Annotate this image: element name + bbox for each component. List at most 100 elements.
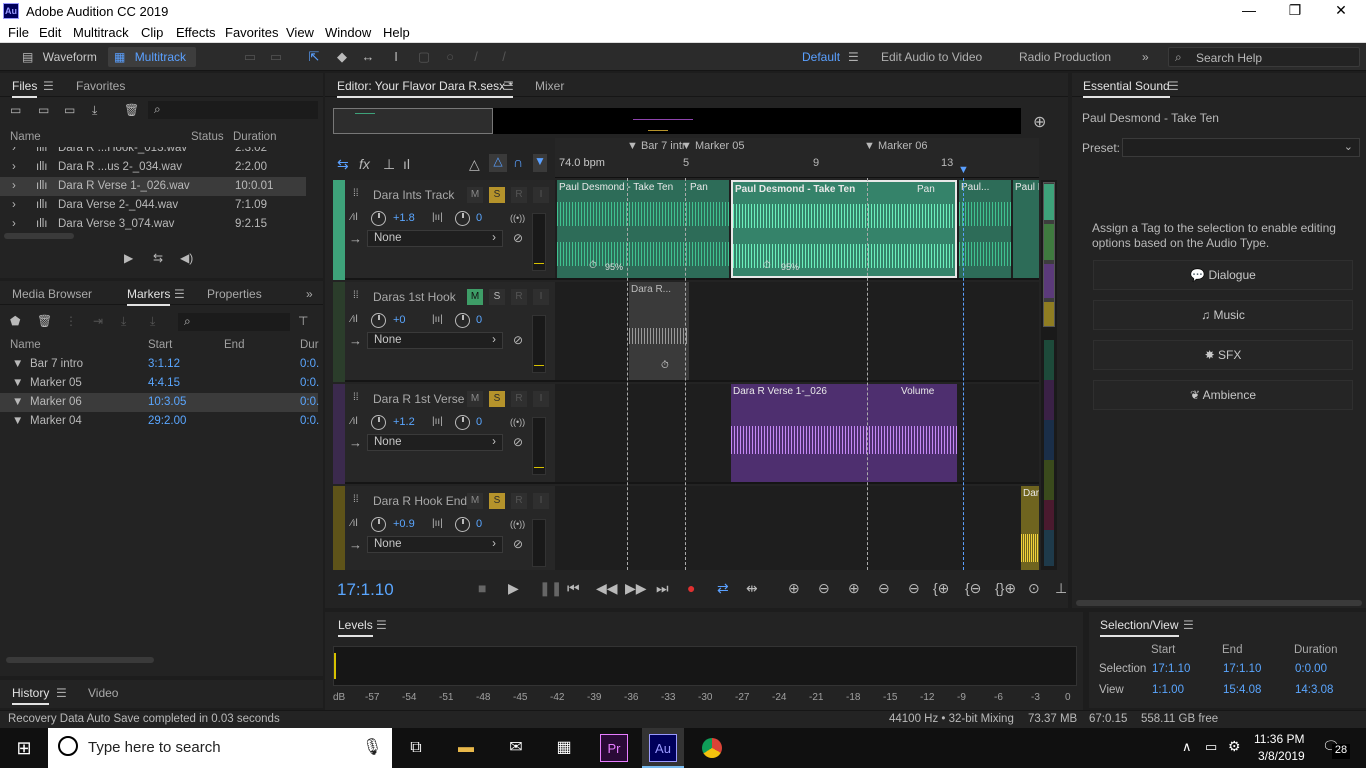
audition-taskbar-icon[interactable]: Au — [649, 734, 677, 762]
arm-record-button[interactable]: R — [511, 391, 527, 407]
levels-menu-icon[interactable]: ☰ — [376, 618, 387, 632]
tab-markers[interactable]: Markers — [127, 287, 171, 306]
razor-tool-icon[interactable]: ◆ — [334, 49, 350, 65]
maximize-button[interactable]: ❐ — [1272, 2, 1318, 22]
marker-bar7[interactable]: ▼ Bar 7 intr — [627, 140, 686, 152]
list-item[interactable]: › ıllı Dara Verse 2-_044.wav 7:1.09 — [0, 196, 306, 215]
clock-date[interactable]: 3/8/2019 — [1258, 749, 1305, 763]
clip-speed-icon[interactable]: ⏱ — [661, 360, 669, 371]
volume-knob[interactable] — [371, 313, 386, 328]
input-select[interactable]: None › — [367, 230, 503, 247]
menu-window[interactable]: Window — [325, 25, 371, 40]
delete-icon[interactable]: 🗑 — [124, 103, 139, 117]
mail-icon[interactable]: ✉ — [502, 734, 530, 762]
audio-clip[interactable]: Dara R... ⏱ — [629, 282, 689, 380]
add-marker-icon[interactable]: ⬟ — [10, 314, 20, 328]
list-item[interactable]: › ıllı Dara R Verse 1-_026.wav 10:0.01 — [0, 177, 306, 196]
volume-knob[interactable] — [371, 415, 386, 430]
track-header-3[interactable]: ⁞⁞ Dara R 1st Verse M S R I ⁄ıl +1.2 |ıı… — [345, 384, 555, 484]
sv-selection-start[interactable]: 17:1.10 — [1152, 663, 1190, 675]
stereo-icon[interactable]: ((•)) — [510, 519, 525, 529]
menu-clip[interactable]: Clip — [141, 25, 163, 40]
more-workspaces-icon[interactable]: » — [1142, 50, 1149, 64]
lasso-tool-icon[interactable]: ○ — [442, 49, 458, 65]
menu-file[interactable]: File — [8, 25, 29, 40]
markers-col-dur[interactable]: Dur — [300, 339, 319, 351]
zoom-in-point-icon[interactable]: {⊕ — [933, 580, 949, 597]
tab-video[interactable]: Video — [88, 686, 118, 700]
open-file-icon[interactable]: ▭ — [10, 103, 21, 117]
audio-clip[interactable]: Dar — [1021, 486, 1039, 570]
clip-speed-icon[interactable]: ⏱ — [589, 260, 597, 271]
play-preview-icon[interactable]: ▶ — [124, 251, 133, 265]
time-selection-tool-icon[interactable]: I — [388, 49, 404, 65]
navigator-viewport[interactable] — [333, 108, 493, 134]
markers-col-start[interactable]: Start — [148, 339, 172, 351]
multitrack-view-button[interactable]: ▦ Multitrack — [108, 47, 196, 67]
volume-knob[interactable] — [371, 211, 386, 226]
marker-row[interactable]: ▼ Marker 05 4:4.15 0:0. — [0, 374, 319, 393]
microphone-icon[interactable]: 🎙 — [362, 737, 382, 757]
task-view-icon[interactable]: ⧉ — [402, 734, 430, 762]
sv-view-end[interactable]: 15:4.08 — [1223, 684, 1261, 696]
zoom-navigator[interactable] — [333, 108, 1021, 134]
list-item[interactable]: › ıllı Dara R ...Hook-_013.wav 2:3.02 — [0, 147, 306, 158]
zoom-selection-icon[interactable]: {}⊕ — [995, 580, 1016, 597]
phase-invert-icon[interactable]: ⊘ — [513, 333, 523, 347]
tab-favorites[interactable]: Favorites — [76, 79, 125, 93]
dialogue-button[interactable]: 💬 Dialogue — [1093, 260, 1353, 290]
taskbar-search-box[interactable]: Type here to search 🎙 — [48, 728, 392, 768]
delete-marker-icon[interactable]: 🗑 — [37, 314, 52, 328]
mute-button[interactable]: M — [467, 391, 483, 407]
marker-row[interactable]: ▼ Bar 7 intro 3:1.12 0:0. — [0, 355, 319, 374]
history-menu-icon[interactable]: ☰ — [56, 686, 67, 700]
drag-handle-icon[interactable]: ⁞⁞ — [353, 494, 359, 505]
premiere-icon[interactable]: Pr — [600, 734, 628, 762]
skip-selection-icon[interactable]: ⇹ — [746, 580, 758, 597]
sv-view-duration[interactable]: 14:3.08 — [1295, 684, 1333, 696]
files-menu-icon[interactable]: ☰ — [43, 79, 54, 93]
solo-button[interactable]: S — [489, 391, 505, 407]
new-file-icon[interactable]: ▭ — [64, 103, 75, 117]
pan-knob[interactable] — [455, 211, 470, 226]
stop-icon[interactable]: ■ — [478, 580, 486, 596]
preset-select[interactable]: ⌄ — [1122, 138, 1360, 157]
zoom-to-fit-icon[interactable]: ⊕ — [1033, 112, 1046, 132]
marker-dur[interactable]: 0:0. — [300, 412, 319, 431]
menu-multitrack[interactable]: Multitrack — [73, 25, 129, 40]
track-name[interactable]: Dara R Hook End — [373, 494, 467, 508]
battery-icon[interactable]: ▭ — [1205, 739, 1217, 755]
zoom-in-amplitude-icon[interactable]: ⊕ — [788, 580, 800, 597]
markers-menu-icon[interactable]: ☰ — [174, 287, 185, 301]
markers-scrollbar[interactable] — [6, 657, 154, 663]
tab-editor[interactable]: Editor: Your Flavor Dara R.sesx * — [337, 79, 514, 98]
insert-icon[interactable]: ⤓ — [92, 103, 97, 118]
marker-dur[interactable]: 0:0. — [300, 374, 319, 393]
markers-col-name[interactable]: Name — [10, 339, 41, 351]
list-item[interactable]: › ıllı Dara Verse 3_074.wav 9:2.15 — [0, 215, 306, 234]
menu-edit[interactable]: Edit — [39, 25, 61, 40]
snap-icon[interactable]: △ — [489, 154, 507, 172]
drag-handle-icon[interactable]: ⁞⁞ — [353, 188, 359, 199]
pan-value[interactable]: 0 — [476, 518, 482, 530]
drag-handle-icon[interactable]: ⁞⁞ — [353, 392, 359, 403]
merge-markers-icon[interactable]: ⋮ — [65, 314, 77, 328]
windows-start-icon[interactable]: ⊞ — [10, 734, 38, 762]
files-col-name[interactable]: Name — [10, 131, 41, 143]
zoom-in-time-icon[interactable]: ⊕ — [848, 580, 860, 597]
tab-history[interactable]: History — [12, 686, 50, 705]
playhead-icon[interactable]: ▼ — [958, 164, 969, 176]
solo-button[interactable]: S — [489, 493, 505, 509]
sv-selection-end[interactable]: 17:1.10 — [1223, 663, 1261, 675]
audio-clip[interactable]: Dara R Verse 1-_026 Volume — [731, 384, 957, 482]
arm-record-button[interactable]: R — [511, 187, 527, 203]
menu-effects[interactable]: Effects — [176, 25, 216, 40]
volume-value[interactable]: +1.2 — [393, 416, 415, 428]
zoom-out-time-icon[interactable]: ⊖ — [878, 580, 890, 597]
input-select[interactable]: None › — [367, 434, 503, 451]
batch-icon[interactable]: ⤓ — [150, 314, 155, 329]
tab-essential-sound[interactable]: Essential Sound — [1083, 79, 1170, 98]
solo-button[interactable]: S — [489, 289, 505, 305]
volume-value[interactable]: +1.8 — [393, 212, 415, 224]
arm-record-button[interactable]: R — [511, 493, 527, 509]
